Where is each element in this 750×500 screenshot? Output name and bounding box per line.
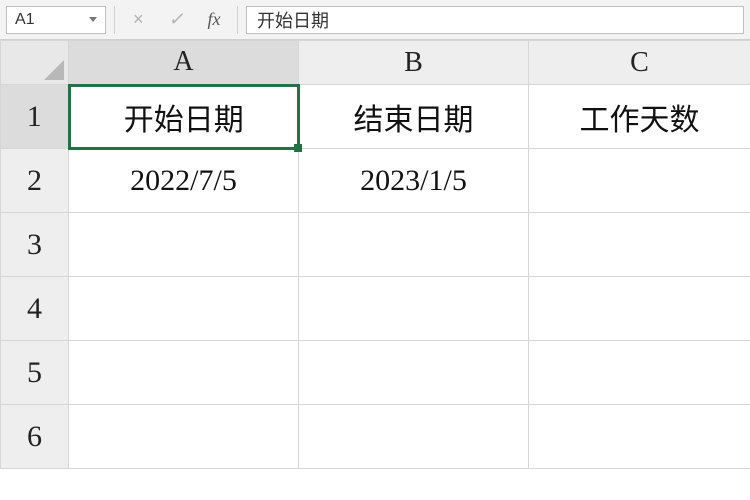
insert-function-button[interactable]: fx [199,6,229,34]
cancel-button[interactable]: × [123,6,153,34]
column-header-c[interactable]: C [529,41,750,85]
cell-c6[interactable] [529,405,750,469]
row-header-6[interactable]: 6 [1,405,69,469]
cell-c1[interactable]: 工作天数 [529,85,750,149]
chevron-down-icon[interactable] [89,17,97,22]
select-all-corner[interactable] [1,41,69,85]
cell-b2[interactable]: 2023/1/5 [299,149,529,213]
cell-b4[interactable] [299,277,529,341]
fx-icon: fx [208,9,221,30]
column-header-a[interactable]: A [69,41,299,85]
formula-input-text: 开始日期 [257,7,329,33]
divider [237,6,238,34]
spreadsheet-grid: A B C 1 开始日期 结束日期 工作天数 2 2022/7/5 2023/1… [0,40,750,469]
cell-b3[interactable] [299,213,529,277]
column-header-b[interactable]: B [299,41,529,85]
cell-a3[interactable] [69,213,299,277]
name-box-text: A1 [15,11,35,29]
name-box[interactable]: A1 [6,6,106,34]
row-header-5[interactable]: 5 [1,341,69,405]
row-header-4[interactable]: 4 [1,277,69,341]
cell-a2[interactable]: 2022/7/5 [69,149,299,213]
cell-b5[interactable] [299,341,529,405]
formula-input[interactable]: 开始日期 [246,6,744,34]
cell-c3[interactable] [529,213,750,277]
row-header-1[interactable]: 1 [1,85,69,149]
cell-c2[interactable] [529,149,750,213]
cell-a5[interactable] [69,341,299,405]
check-icon: ✓ [168,9,183,30]
cell-a6[interactable] [69,405,299,469]
cell-b6[interactable] [299,405,529,469]
divider [114,6,115,34]
close-icon: × [133,9,144,30]
row-header-2[interactable]: 2 [1,149,69,213]
cell-b1[interactable]: 结束日期 [299,85,529,149]
cell-c4[interactable] [529,277,750,341]
cell-c5[interactable] [529,341,750,405]
row-header-3[interactable]: 3 [1,213,69,277]
cell-a1[interactable]: 开始日期 [69,85,299,149]
formula-bar: A1 × ✓ fx 开始日期 [0,0,750,40]
cell-a4[interactable] [69,277,299,341]
confirm-button[interactable]: ✓ [161,6,191,34]
